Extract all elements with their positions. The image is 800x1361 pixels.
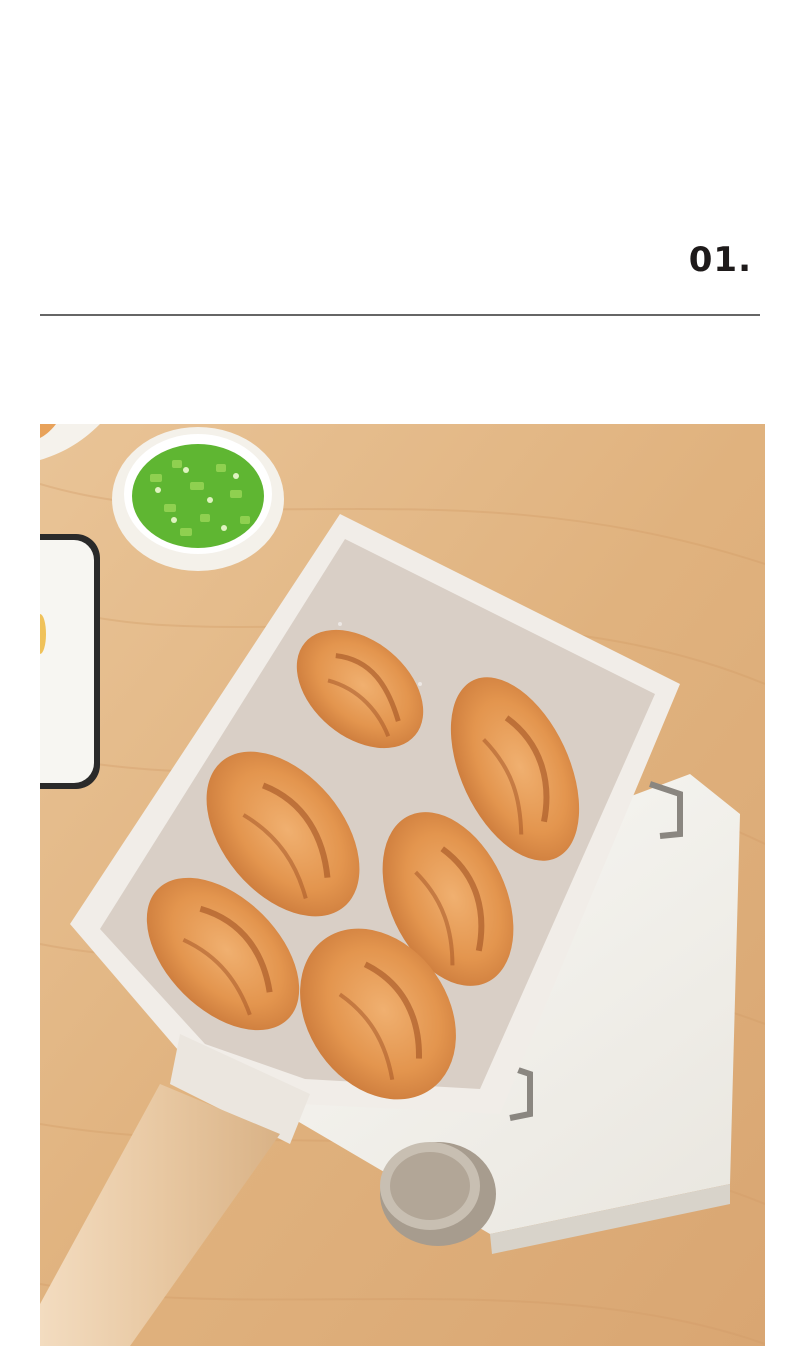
product-photo	[40, 424, 765, 1346]
section-number: 01.	[680, 232, 752, 282]
section-number-text: 01.	[688, 240, 752, 280]
scallion-bowl	[112, 427, 284, 571]
section-divider	[40, 314, 760, 316]
plate-left	[40, 534, 100, 789]
